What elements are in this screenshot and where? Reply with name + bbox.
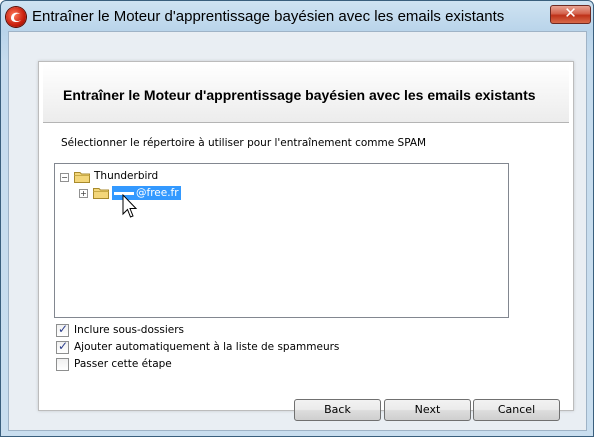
checkmark-icon: ✓ — [58, 322, 69, 336]
option-include-subfolders[interactable]: ✓ Inclure sous-dossiers — [56, 322, 356, 338]
collapse-icon[interactable]: − — [60, 173, 69, 182]
instruction-text: Sélectionner le répertoire à utiliser po… — [61, 137, 427, 149]
close-icon: ✕ — [564, 4, 577, 22]
option-label: Inclure sous-dossiers — [74, 324, 184, 336]
wizard-panel: Entraîner le Moteur d'apprentissage bayé… — [38, 61, 574, 411]
back-button[interactable]: Back — [294, 399, 381, 421]
panel-title: Entraîner le Moteur d'apprentissage bayé… — [63, 87, 536, 103]
title-bar[interactable]: Entraîner le Moteur d'apprentissage bayé… — [1, 1, 595, 33]
option-label: Ajouter automatiquement à la liste de sp… — [74, 341, 340, 353]
option-skip-step[interactable]: Passer cette étape — [56, 358, 356, 372]
option-add-spammers[interactable]: ✓ Ajouter automatiquement à la liste de … — [56, 339, 356, 355]
close-button[interactable]: ✕ — [550, 4, 591, 24]
checkmark-icon: ✓ — [58, 339, 69, 353]
expand-icon[interactable]: + — [79, 189, 88, 198]
folder-tree[interactable]: − Thunderbird + @free.fr — [54, 163, 509, 318]
window-title: Entraîner le Moteur d'apprentissage bayé… — [32, 8, 505, 25]
tree-item-root[interactable]: − Thunderbird — [60, 169, 260, 185]
include-subfolders-checkbox[interactable]: ✓ — [56, 322, 69, 337]
panel-header: Entraîner le Moteur d'apprentissage bayé… — [43, 64, 569, 123]
next-button[interactable]: Next — [384, 399, 471, 421]
app-logo-icon — [6, 7, 26, 27]
cancel-button[interactable]: Cancel — [473, 399, 560, 421]
client-area: Entraîner le Moteur d'apprentissage bayé… — [8, 31, 587, 431]
add-spammers-checkbox[interactable]: ✓ — [56, 339, 69, 354]
tree-item-account[interactable]: + @free.fr — [79, 185, 279, 201]
option-label: Passer cette étape — [74, 358, 172, 370]
wizard-window: Entraîner le Moteur d'apprentissage bayé… — [0, 0, 594, 437]
skip-step-checkbox[interactable] — [56, 358, 69, 371]
tree-item-label: Thunderbird — [94, 170, 159, 182]
folder-icon — [93, 188, 109, 199]
mouse-cursor-icon — [122, 194, 138, 218]
folder-open-icon — [74, 172, 90, 183]
tree-item-label: @free.fr — [136, 187, 179, 199]
